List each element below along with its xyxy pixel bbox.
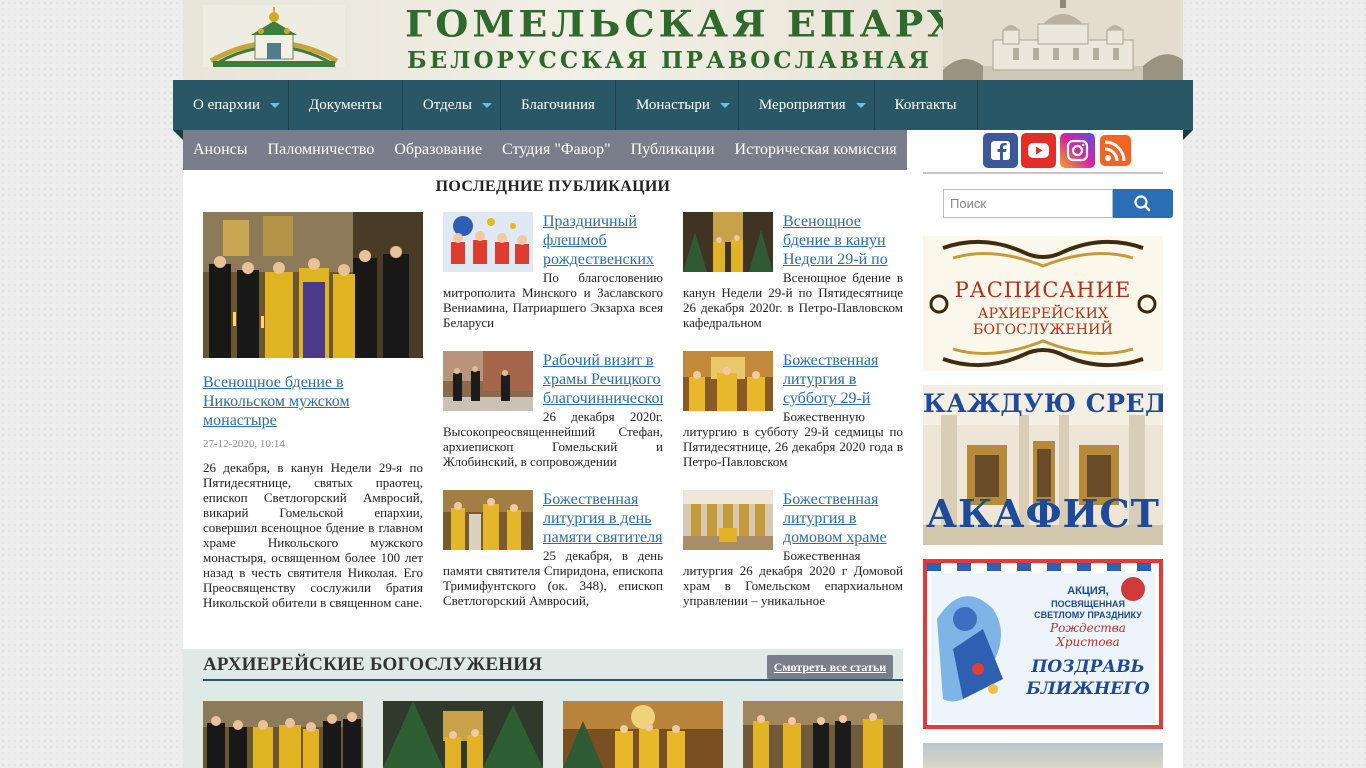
post-excerpt: По благословению митрополита Минского и … xyxy=(443,270,663,330)
gallery-thumbnail[interactable] xyxy=(383,701,543,768)
akathist-banner[interactable]: КАЖДУЮ СРЕДУ АКАФИСТ xyxy=(923,385,1163,545)
instagram-link[interactable] xyxy=(1060,133,1095,168)
schedule-banner-line1: РАСПИСАНИЕ xyxy=(954,278,1132,302)
nav-item-events[interactable]: Мероприятия xyxy=(739,80,875,130)
post-excerpt: 26 декабря 2020г. Высокопреосвященнейший… xyxy=(443,409,663,469)
facebook-icon xyxy=(991,141,1010,160)
featured-article-date: 27-12-2020, 10:14 xyxy=(203,438,285,450)
rss-link[interactable] xyxy=(1098,133,1133,168)
christmas-banner-line3: СВЕТЛОМУ ПРАЗДНИКУ xyxy=(1034,610,1142,620)
featured-article-text: 26 декабря, в канун Недели 29-я по Пятид… xyxy=(203,460,423,610)
post-title[interactable]: Божественная литургия в день памяти свят… xyxy=(543,490,663,547)
subnav-item-announcements[interactable]: Анонсы xyxy=(183,130,258,170)
ornament-frame xyxy=(923,236,1163,371)
featured-article-title[interactable]: Всенощное бдение в Никольском мужском мо… xyxy=(203,373,423,430)
featured-article-photo[interactable] xyxy=(203,212,423,358)
christmas-banner-line6: БЛИЖНЕГО xyxy=(1026,679,1150,699)
section-divider xyxy=(203,679,903,681)
facebook-link[interactable] xyxy=(983,133,1018,168)
search-icon xyxy=(1134,195,1151,212)
subnav-item-pilgrimage[interactable]: Паломничество xyxy=(258,130,385,170)
post-thumbnail[interactable] xyxy=(443,212,533,272)
post-title[interactable]: Божественная литургия в субботу 29-й xyxy=(783,351,903,408)
christmas-banner-line4: Рождества Христова xyxy=(1050,621,1126,649)
services-section-title: АРХИЕРЕЙСКИЕ БОГОСЛУЖЕНИЯ xyxy=(203,654,543,675)
subnav-item-education[interactable]: Образование xyxy=(384,130,492,170)
nav-item-departments[interactable]: Отделы xyxy=(403,80,501,130)
schedule-banner[interactable]: РАСПИСАНИЕ АРХИЕРЕЙСКИХ БОГОСЛУЖЕНИЙ xyxy=(923,236,1163,371)
sidebar-divider xyxy=(923,172,1163,174)
christmas-banner-line2: ПОСВЯЩЕННАЯ xyxy=(1051,599,1125,609)
rss-icon xyxy=(1100,135,1131,166)
post-thumbnail[interactable] xyxy=(683,351,773,411)
nav-item-about[interactable]: О епархии xyxy=(173,80,289,130)
nav-item-contacts[interactable]: Контакты xyxy=(875,80,978,130)
youtube-link[interactable] xyxy=(1021,133,1056,168)
subnav-item-history[interactable]: Историческая комиссия xyxy=(725,130,907,170)
secondary-navigation: Анонсы Паломничество Образование Студия … xyxy=(183,130,907,170)
post-title[interactable]: Божественная литургия в домовом храме xyxy=(783,490,903,547)
post-title[interactable]: Праздничный флешмоб рождественских xyxy=(543,212,663,269)
gallery-thumbnail[interactable] xyxy=(203,701,363,768)
instagram-icon xyxy=(1066,139,1089,162)
post-excerpt: 25 декабря, в день памяти святителя Спир… xyxy=(443,548,663,608)
post-thumbnail[interactable] xyxy=(443,490,533,550)
main-navigation: О епархии Документы Отделы Благочиния Мо… xyxy=(173,80,1193,130)
post-excerpt: Божественная литургия 26 декабря 2020 г … xyxy=(683,548,903,608)
gallery-thumbnail[interactable] xyxy=(563,701,723,768)
subnav-item-studio[interactable]: Студия "Фавор" xyxy=(492,130,621,170)
schedule-banner-line2: АРХИЕРЕЙСКИХ БОГОСЛУЖЕНИЙ xyxy=(972,306,1113,338)
search-button[interactable] xyxy=(1113,189,1173,218)
see-all-articles-button[interactable]: Смотреть все статьи xyxy=(767,655,893,679)
nav-item-monasteries[interactable]: Монастыри xyxy=(616,80,739,130)
featured-article: Всенощное бдение в Никольском мужском мо… xyxy=(203,212,423,610)
post-thumbnail[interactable] xyxy=(683,490,773,550)
post-title[interactable]: Рабочий визит в храмы Речицкого благочин… xyxy=(543,351,663,408)
cathedral-illustration xyxy=(943,0,1183,80)
post-thumbnail[interactable] xyxy=(443,351,533,411)
nav-fold-left xyxy=(173,130,183,140)
gallery-thumbnail[interactable] xyxy=(743,701,903,768)
subnav-item-publications[interactable]: Публикации xyxy=(621,130,725,170)
youtube-icon xyxy=(1028,143,1049,158)
latest-publications-title: ПОСЛЕДНИЕ ПУБЛИКАЦИИ xyxy=(435,178,671,195)
christmas-banner[interactable]: АКЦИЯ, ПОСВЯЩЕННАЯ СВЕТЛОМУ ПРАЗДНИКУ Ро… xyxy=(923,559,1163,729)
site-header: ГОМЕЛЬСКАЯ ЕПАРХИЯ БЕЛОРУССКАЯ ПРАВОСЛАВ… xyxy=(183,0,1183,80)
search-input[interactable] xyxy=(943,189,1113,218)
post-thumbnail[interactable] xyxy=(683,212,773,272)
landscape-banner[interactable] xyxy=(923,743,1163,768)
christmas-banner-line5: ПОЗДРАВЬ xyxy=(1031,657,1145,677)
nav-item-deaneries[interactable]: Благочиния xyxy=(501,80,616,130)
post-title[interactable]: Всенощное бдение в канун Недели 29-й по xyxy=(783,212,903,269)
post-excerpt: Всенощное бдение в канун Недели 29-й по … xyxy=(683,270,903,330)
akathist-banner-line1: КАЖДУЮ СРЕДУ xyxy=(923,389,1163,418)
post-excerpt: Божественную литургию в субботу 29-й сед… xyxy=(683,409,903,469)
diocese-logo[interactable] xyxy=(203,5,345,67)
akathist-banner-line2: АКАФИСТ xyxy=(926,491,1160,536)
christmas-banner-line1: АКЦИЯ, xyxy=(1067,585,1109,597)
nav-item-documents[interactable]: Документы xyxy=(289,80,403,130)
nav-fold-right xyxy=(1183,130,1193,140)
